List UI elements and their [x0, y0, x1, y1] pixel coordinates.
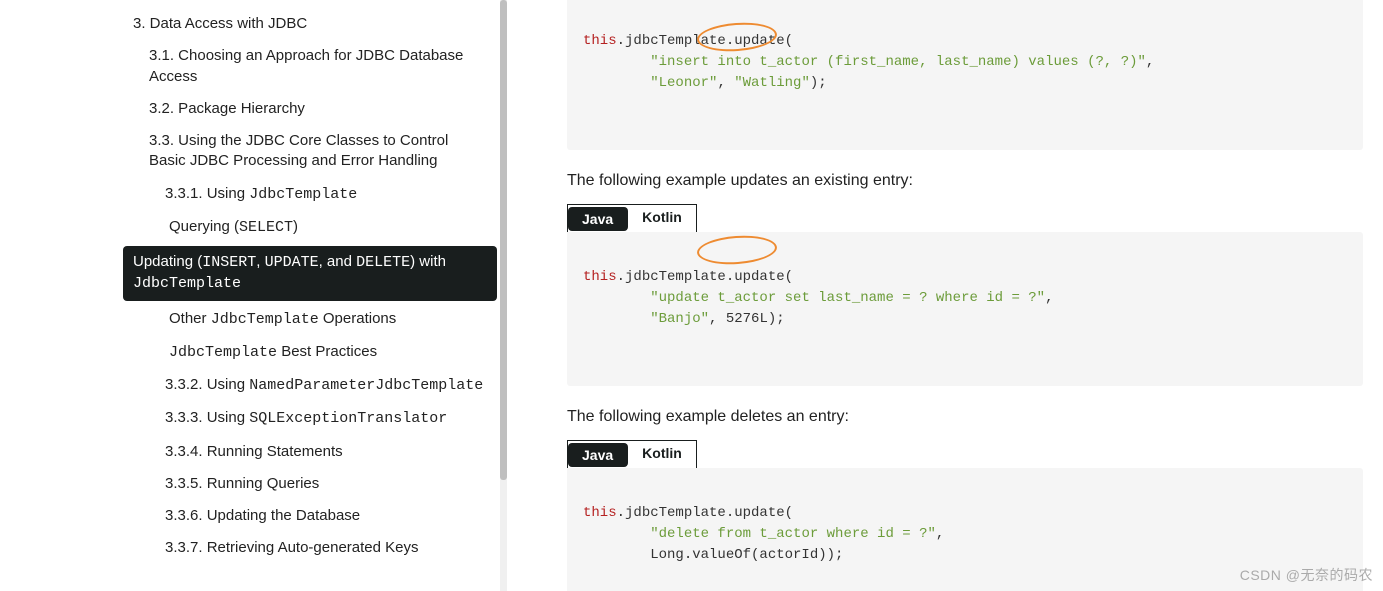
toc-link-1[interactable]: 3.1. Choosing an Approach for JDBC Datab… [139, 40, 497, 93]
annotation-circle [696, 233, 778, 267]
toc-link-7[interactable]: Other JdbcTemplate Operations [159, 303, 497, 336]
toc-link-2[interactable]: 3.2. Package Hierarchy [139, 93, 497, 125]
code-block-update: this.jdbcTemplate.update( "update t_acto… [567, 232, 1363, 386]
tab-java[interactable]: Java [568, 207, 628, 231]
toc-link-13[interactable]: 3.3.6. Updating the Database [155, 500, 497, 532]
toc-link-12[interactable]: 3.3.5. Running Queries [155, 468, 497, 500]
sidebar-toc: 3. Data Access with JDBC3.1. Choosing an… [0, 0, 507, 591]
code-tabs-update: Java Kotlin [567, 204, 697, 233]
sidebar-scrollbar[interactable] [500, 0, 507, 591]
toc-link-10[interactable]: 3.3.3. Using SQLExceptionTranslator [155, 402, 497, 435]
paragraph-delete-desc: The following example deletes an entry: [567, 408, 1363, 426]
toc-link-11[interactable]: 3.3.4. Running Statements [155, 436, 497, 468]
toc-link-0[interactable]: 3. Data Access with JDBC [123, 8, 497, 40]
scrollbar-thumb[interactable] [500, 0, 507, 480]
toc-link-8[interactable]: JdbcTemplate Best Practices [159, 336, 497, 369]
tab-kotlin[interactable]: Kotlin [628, 441, 696, 469]
toc-link-9[interactable]: 3.3.2. Using NamedParameterJdbcTemplate [155, 369, 497, 402]
paragraph-update-desc: The following example updates an existin… [567, 172, 1363, 190]
tab-kotlin[interactable]: Kotlin [628, 205, 696, 233]
tab-java[interactable]: Java [568, 443, 628, 467]
code-block-insert: this.jdbcTemplate.update( "insert into t… [567, 0, 1363, 150]
code-tabs-delete: Java Kotlin [567, 440, 697, 469]
toc-link-14[interactable]: 3.3.7. Retrieving Auto-generated Keys [155, 532, 497, 564]
main-content: this.jdbcTemplate.update( "insert into t… [567, 0, 1363, 591]
toc-link-3[interactable]: 3.3. Using the JDBC Core Classes to Cont… [139, 125, 497, 178]
toc-link-6[interactable]: Updating (INSERT, UPDATE, and DELETE) wi… [123, 246, 497, 301]
watermark: CSDN @无奈的码农 [1240, 565, 1373, 585]
toc-link-4[interactable]: 3.3.1. Using JdbcTemplate [155, 178, 497, 211]
toc-link-5[interactable]: Querying (SELECT) [159, 211, 497, 244]
